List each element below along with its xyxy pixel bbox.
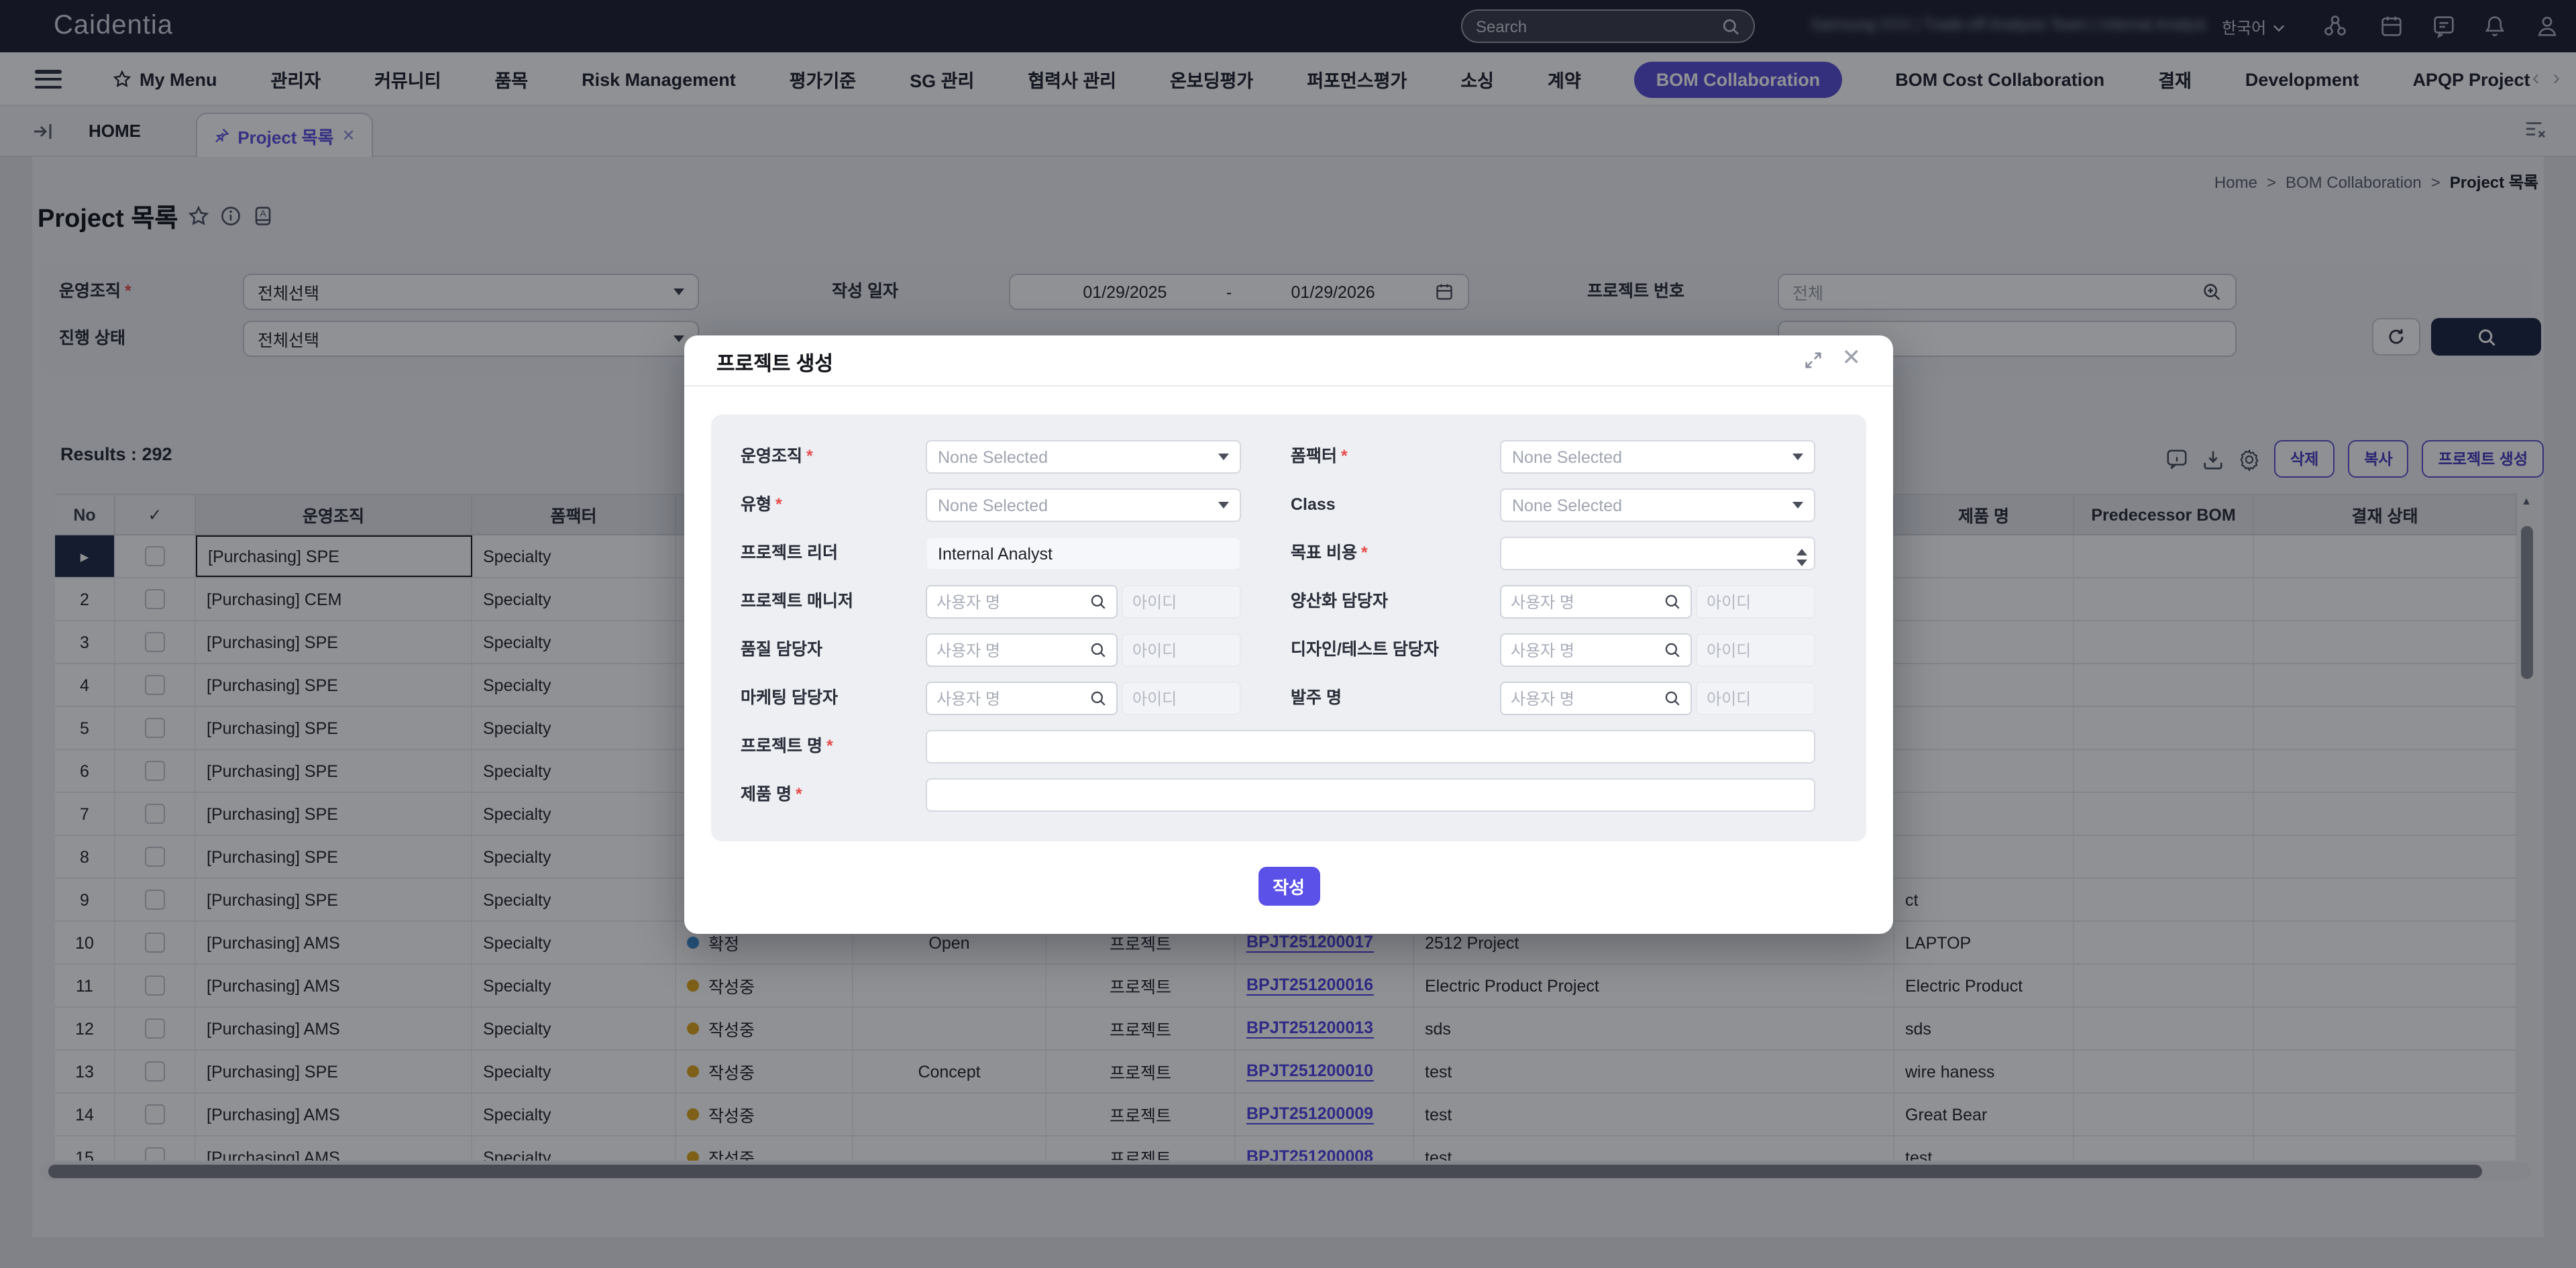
field-label: 목표 비용* [1291,537,1368,570]
create-project-modal: 프로젝트 생성 ✕ 운영조직* None Selected 폼팩터* None Sel… [684,335,1893,934]
search-icon[interactable] [1664,690,1681,707]
modal-form-row: 프로젝트 명* [711,730,1866,763]
user-name-input[interactable]: 사용자 명 [1500,682,1692,715]
modal-header: 프로젝트 생성 ✕ [684,335,1893,386]
app-root: Caidentia Search Samsung XXX | Trade-off… [0,0,2576,1268]
modal-title: 프로젝트 생성 [716,349,833,377]
modal-text-input[interactable] [926,730,1815,763]
modal-number-input[interactable] [1500,537,1815,570]
chevron-down-icon [1792,502,1803,509]
field-label: 프로젝트 매니저 [741,585,853,619]
field-label: 마케팅 담당자 [741,682,838,715]
field-label: 제품 명* [741,778,802,812]
expand-icon[interactable] [1803,350,1823,370]
user-name-input[interactable]: 사용자 명 [1500,633,1692,667]
modal-form-row: 프로젝트 매니저사용자 명아이디양산화 담당자사용자 명아이디 [711,585,1866,619]
chevron-down-icon [1218,502,1229,509]
modal-select[interactable]: None Selected [926,488,1241,522]
field-label: 디자인/테스트 담당자 [1291,633,1439,667]
field-label: 프로젝트 명* [741,730,833,763]
search-icon[interactable] [1664,593,1681,611]
submit-button[interactable]: 작성 [1258,867,1320,906]
search-icon[interactable] [1664,641,1681,659]
field-label: 발주 명 [1291,682,1342,715]
chevron-down-icon [1218,454,1229,460]
modal-select[interactable]: None Selected [1500,488,1815,522]
field-label: 운영조직* [741,440,813,474]
modal-user-picker: 사용자 명아이디 [1500,633,1815,667]
close-icon[interactable]: ✕ [1842,345,1862,372]
modal-form-row: 품질 담당자사용자 명아이디디자인/테스트 담당자사용자 명아이디 [711,633,1866,667]
user-name-input[interactable]: 사용자 명 [926,682,1118,715]
user-id-input: 아이디 [1696,585,1815,619]
modal-form-row: 유형* None Selected Class None Selected [711,488,1866,522]
search-icon[interactable] [1089,690,1107,707]
modal-readonly-field: Internal Analyst [926,537,1241,570]
field-label: 프로젝트 리더 [741,537,838,570]
spin-up-icon[interactable] [1796,549,1807,556]
modal-user-picker: 사용자 명아이디 [926,633,1241,667]
user-id-input: 아이디 [1696,633,1815,667]
user-id-input: 아이디 [1122,682,1241,715]
modal-form-row: 운영조직* None Selected 폼팩터* None Selected [711,440,1866,474]
user-name-input[interactable]: 사용자 명 [926,585,1118,619]
modal-user-picker: 사용자 명아이디 [926,585,1241,619]
field-label: 품질 담당자 [741,633,822,667]
modal-select[interactable]: None Selected [1500,440,1815,474]
search-icon[interactable] [1089,593,1107,611]
modal-form: 운영조직* None Selected 폼팩터* None Selected 유형* No… [711,415,1866,841]
field-label: Class [1291,488,1336,522]
modal-select[interactable]: None Selected [926,440,1241,474]
user-id-input: 아이디 [1122,585,1241,619]
chevron-down-icon [1792,454,1803,460]
user-name-input[interactable]: 사용자 명 [1500,585,1692,619]
user-id-input: 아이디 [1696,682,1815,715]
modal-user-picker: 사용자 명아이디 [926,682,1241,715]
field-label: 폼팩터* [1291,440,1348,474]
spin-down-icon[interactable] [1796,560,1807,566]
modal-form-row: 프로젝트 리더 Internal Analyst 목표 비용* [711,537,1866,570]
field-label: 유형* [741,488,782,522]
modal-user-picker: 사용자 명아이디 [1500,585,1815,619]
modal-form-row: 마케팅 담당자사용자 명아이디발주 명사용자 명아이디 [711,682,1866,715]
field-label: 양산화 담당자 [1291,585,1388,619]
modal-text-input[interactable] [926,778,1815,812]
user-id-input: 아이디 [1122,633,1241,667]
user-name-input[interactable]: 사용자 명 [926,633,1118,667]
modal-form-row: 제품 명* [711,778,1866,812]
search-icon[interactable] [1089,641,1107,659]
modal-user-picker: 사용자 명아이디 [1500,682,1815,715]
